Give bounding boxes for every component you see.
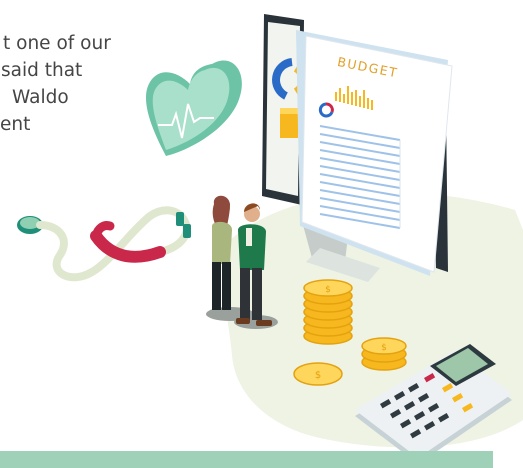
heart-rate-icon xyxy=(145,60,242,157)
healthcare-budget-illustration: $ $ $ xyxy=(17,14,523,464)
svg-text:$: $ xyxy=(381,343,387,353)
svg-text:$: $ xyxy=(315,370,321,381)
stethoscope-icon xyxy=(17,206,191,282)
footer-accent-bar xyxy=(0,451,493,468)
svg-text:$: $ xyxy=(325,285,331,295)
